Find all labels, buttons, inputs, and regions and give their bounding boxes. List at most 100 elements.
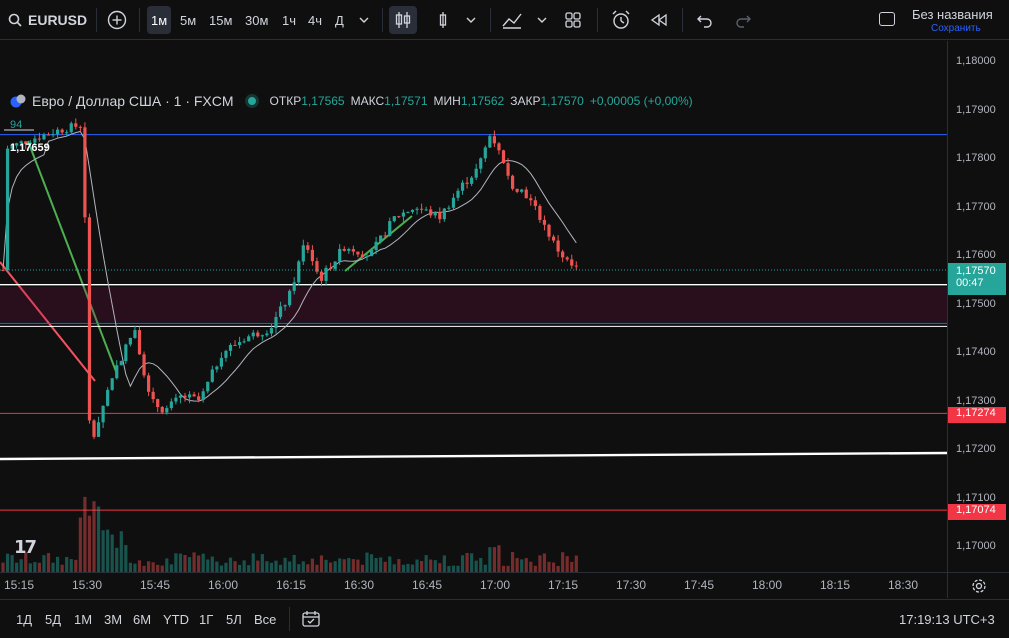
candle-body[interactable] [465,182,469,184]
market-status-dot[interactable] [247,97,256,105]
candle-body[interactable] [442,208,446,220]
candle-body[interactable] [306,245,310,250]
candle-body[interactable] [187,394,192,398]
candle-body[interactable] [260,335,264,337]
candle-body[interactable] [219,357,223,367]
chart-settings-button[interactable] [947,572,1009,598]
candle-body[interactable] [570,259,574,266]
timezone-clock[interactable]: 17:19:13 UTC+3 [899,600,995,638]
candle-body[interactable] [470,177,474,184]
candle-body[interactable] [69,123,73,133]
candle-body[interactable] [128,337,132,345]
chart-type-bars-button[interactable] [429,6,457,34]
candle-body[interactable] [215,366,219,370]
layout-name[interactable]: Без названия [912,7,993,22]
trendline-white[interactable] [0,451,947,461]
range-5d[interactable]: 5Д [45,600,61,638]
candle-body[interactable] [233,344,237,346]
range-1d[interactable]: 1Д [16,600,32,638]
candle-body[interactable] [524,189,528,199]
candle-body[interactable] [96,422,101,437]
range-1m[interactable]: 1М [74,600,92,638]
range-ytd[interactable]: YTD [163,600,189,638]
candle-body[interactable] [351,249,355,252]
candle-body[interactable] [115,365,119,379]
templates-button[interactable] [559,6,587,34]
chart-type-dropdown[interactable] [457,6,485,34]
candle-body[interactable] [365,256,369,258]
price-chart[interactable] [0,41,947,572]
indicators-button[interactable] [498,6,526,34]
candle-body[interactable] [183,395,187,398]
candle-body[interactable] [92,420,96,437]
timeframe-15m[interactable]: 15м [205,6,236,34]
candle-body[interactable] [228,344,233,351]
candle-body[interactable] [269,328,274,334]
candle-body[interactable] [479,158,483,169]
range-6m[interactable]: 6М [133,600,151,638]
candle-body[interactable] [174,397,178,402]
candle-body[interactable] [292,282,296,291]
timeframe-day[interactable]: Д [331,6,348,34]
candle-body[interactable] [420,208,424,210]
candle-body[interactable] [156,399,160,407]
symbol-title[interactable]: Евро / Доллар США · 1 · FXCM [32,93,234,109]
candle-body[interactable] [283,305,287,307]
candle-body[interactable] [474,168,478,178]
candle-body[interactable] [333,261,337,270]
candle-body[interactable] [42,134,46,140]
candle-body[interactable] [438,211,442,220]
range-1y[interactable]: 1Г [199,600,213,638]
time-axis[interactable]: 15:15 15:30 15:45 16:00 16:15 16:30 16:4… [0,572,947,598]
candle-body[interactable] [542,219,547,225]
candle-body[interactable] [160,406,164,413]
range-all[interactable]: Все [254,600,276,638]
timeframe-4h[interactable]: 4ч [304,6,326,34]
candle-body[interactable] [124,344,128,362]
alert-button[interactable] [607,6,635,34]
candle-body[interactable] [488,136,492,148]
compare-symbol-button[interactable] [103,6,131,34]
candle-body[interactable] [83,127,87,218]
candle-body[interactable] [360,254,365,258]
candle-body[interactable] [178,395,183,398]
candle-body[interactable] [51,134,55,136]
candle-body[interactable] [533,200,537,207]
candle-body[interactable] [460,182,465,191]
candle-body[interactable] [529,198,533,201]
chart-pane[interactable]: Евро / Доллар США · 1 · FXCM ОТКР1,17565… [0,41,947,572]
redo-button[interactable] [729,6,757,34]
timeframe-30m[interactable]: 30м [241,6,272,34]
candle-body[interactable] [497,143,501,151]
candle-body[interactable] [424,209,428,211]
candle-body[interactable] [551,236,556,241]
range-5y[interactable]: 5Л [226,600,242,638]
candle-body[interactable] [433,211,437,216]
timeframe-1m[interactable]: 1м [147,6,172,34]
candle-body[interactable] [310,249,314,262]
candle-body[interactable] [520,189,524,192]
candle-body[interactable] [165,408,169,413]
candle-body[interactable] [5,148,10,271]
candle-body[interactable] [565,257,569,260]
candle-body[interactable] [447,207,451,209]
range-3m[interactable]: 3М [104,600,122,638]
candle-body[interactable] [46,134,51,136]
candle-body[interactable] [547,224,551,237]
candle-body[interactable] [561,251,565,258]
candle-body[interactable] [556,240,560,252]
candle-body[interactable] [147,375,151,392]
layout-icon[interactable] [879,12,895,26]
candle-body[interactable] [242,341,246,343]
candle-body[interactable] [119,361,123,366]
candle-body[interactable] [456,190,460,198]
candle-body[interactable] [197,396,201,400]
candle-body[interactable] [319,271,324,281]
candle-body[interactable] [169,401,173,409]
candle-body[interactable] [65,132,69,134]
candle-body[interactable] [483,147,487,159]
candle-body[interactable] [74,123,78,127]
candle-body[interactable] [356,251,360,255]
candle-body[interactable] [429,209,433,216]
candle-body[interactable] [87,217,92,421]
